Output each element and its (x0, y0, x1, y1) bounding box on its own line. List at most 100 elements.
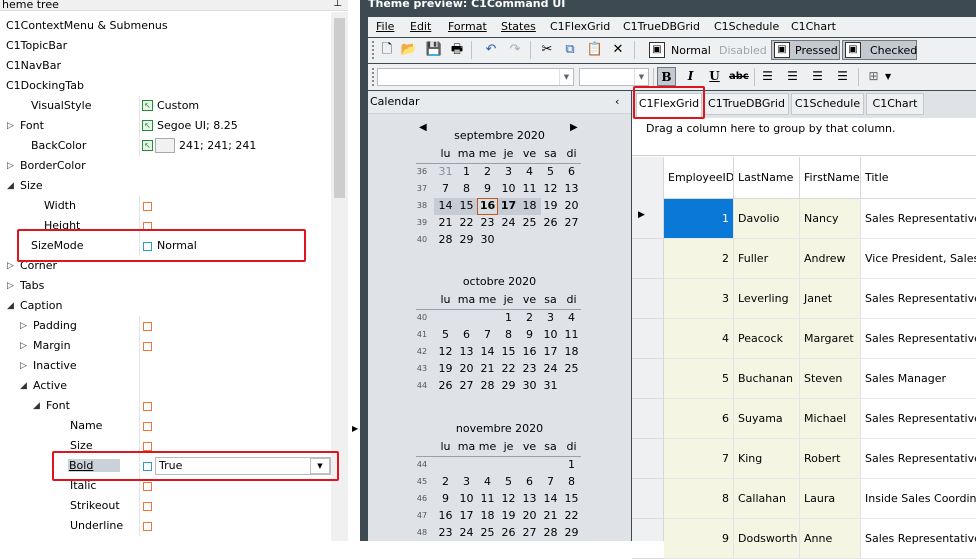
grid-cell[interactable]: 7 (664, 439, 734, 479)
grid-cell[interactable]: Steven (800, 359, 861, 399)
tree-row[interactable]: ▷C1NavBar (0, 56, 331, 76)
panel-splitter[interactable] (348, 0, 360, 541)
expand-icon[interactable]: ▷ (0, 40, 3, 52)
grid-cell[interactable]: Sales Representative (861, 319, 976, 359)
calendar-day[interactable]: 22 (456, 216, 477, 229)
tree-row[interactable]: ▷C1TopicBar (0, 36, 331, 56)
calendar-day[interactable]: 19 (435, 362, 456, 375)
grid-cell[interactable]: 6 (664, 399, 734, 439)
calendar-day[interactable]: 22 (561, 509, 582, 522)
calendar-day[interactable]: 30 (477, 233, 498, 246)
calendar-day[interactable]: 17 (540, 345, 561, 358)
collapse-icon[interactable]: ◢ (7, 300, 17, 312)
calendar-day[interactable]: 7 (540, 475, 561, 488)
calendar-day[interactable]: 23 (477, 216, 498, 229)
chevron-down-icon[interactable]: ▼ (559, 69, 573, 85)
calendar-day[interactable]: 28 (540, 526, 561, 539)
calendar-day[interactable]: 5 (540, 165, 561, 178)
expand-icon[interactable]: ▷ (7, 160, 17, 172)
row-header[interactable] (632, 199, 664, 239)
tab-c1truedbgrid[interactable]: C1TrueDBGrid (704, 93, 789, 115)
calendar-day[interactable]: 15 (456, 199, 477, 212)
expand-icon[interactable]: ▷ (0, 60, 3, 72)
column-header[interactable]: Title (861, 157, 976, 199)
calendar-day[interactable]: 8 (498, 328, 519, 341)
calendar-day[interactable]: 21 (435, 216, 456, 229)
grid-cell[interactable]: King (734, 439, 800, 479)
grid-cell[interactable]: 9 (664, 519, 734, 559)
grid-cell[interactable]: 5 (664, 359, 734, 399)
grid-cell[interactable]: Sales Representative (861, 399, 976, 439)
strikeout-button[interactable]: abc (729, 67, 749, 86)
calendar-day[interactable]: 18 (519, 199, 540, 212)
calendar-day[interactable]: 1 (498, 311, 519, 324)
open-folder-icon[interactable]: 📂 (400, 41, 418, 59)
calendar-day[interactable]: 31 (540, 379, 561, 392)
chevron-down-icon[interactable]: ▼ (885, 72, 891, 81)
grid-cell[interactable]: Sales Representative (861, 519, 976, 559)
calendar-day[interactable]: 6 (456, 328, 477, 341)
calendar-day[interactable]: 6 (561, 165, 582, 178)
delete-icon[interactable]: ✕ (609, 41, 627, 59)
borders-icon[interactable]: ⊞ (864, 67, 883, 86)
column-header[interactable]: LastName (734, 157, 800, 199)
grid-cell[interactable]: 8 (664, 479, 734, 519)
calendar-day[interactable]: 27 (519, 526, 540, 539)
tree-row[interactable]: ◢ Caption (0, 296, 331, 316)
redo-icon[interactable]: ↷ (506, 41, 524, 59)
calendar-day[interactable]: 24 (498, 216, 519, 229)
calendar-day[interactable]: 1 (456, 165, 477, 178)
collapse-icon[interactable]: ◢ (7, 180, 17, 192)
grid-cell[interactable]: Suyama (734, 399, 800, 439)
calendar-day[interactable]: 30 (519, 379, 540, 392)
collapse-icon[interactable]: ◢ (33, 400, 43, 412)
calendar-day[interactable]: 18 (561, 345, 582, 358)
group-by-area[interactable]: Drag a column here to group by that colu… (632, 118, 976, 156)
calendar-day[interactable]: 23 (519, 362, 540, 375)
tree-row[interactable]: ◢ Active (0, 376, 331, 396)
expand-icon[interactable]: ▷ (20, 360, 30, 372)
calendar-day[interactable]: 23 (435, 526, 456, 539)
row-header[interactable] (632, 239, 664, 279)
tree-row[interactable]: ▷ Font ↖ Segoe UI; 8.25 (0, 116, 331, 136)
grid-cell[interactable]: Sales Representative (861, 279, 976, 319)
tree-row[interactable]: ▷ BorderColor (0, 156, 331, 176)
menu-c1truedbgrid[interactable]: C1TrueDBGrid (623, 20, 700, 33)
row-header[interactable] (632, 359, 664, 399)
column-header[interactable]: EmployeeID (664, 157, 734, 199)
grid-cell[interactable]: Nancy (800, 199, 861, 239)
expand-icon[interactable]: ▷ (0, 20, 3, 32)
calendar-day[interactable]: 14 (540, 492, 561, 505)
underline-button[interactable]: U (705, 67, 724, 86)
calendar-day[interactable]: 15 (561, 492, 582, 505)
grid-cell[interactable]: Callahan (734, 479, 800, 519)
property-value[interactable]: Custom (157, 99, 199, 112)
calendar-day[interactable]: 9 (519, 328, 540, 341)
row-header[interactable] (632, 279, 664, 319)
tree-row[interactable]: ▷ Inactive (0, 356, 331, 376)
calendar-day[interactable]: 14 (435, 199, 456, 212)
calendar-day[interactable]: 25 (477, 526, 498, 539)
calendar-day[interactable]: 2 (435, 475, 456, 488)
chevron-down-icon[interactable]: ▼ (634, 69, 648, 85)
calendar-day[interactable]: 20 (561, 199, 582, 212)
calendar-day[interactable]: 14 (477, 345, 498, 358)
menu-states[interactable]: States (501, 20, 536, 33)
menu-c1chart[interactable]: C1Chart (791, 20, 836, 33)
grid-cell[interactable]: 3 (664, 279, 734, 319)
expand-icon[interactable]: ▷ (7, 260, 17, 272)
calendar-day[interactable]: 12 (498, 492, 519, 505)
menu-c1flexgrid[interactable]: C1FlexGrid (550, 20, 610, 33)
calendar-day[interactable]: 18 (477, 509, 498, 522)
toolbar-grip[interactable] (372, 68, 375, 86)
calendar-day[interactable]: 10 (498, 182, 519, 195)
calendar-day[interactable]: 27 (561, 216, 582, 229)
calendar-day[interactable]: 20 (456, 362, 477, 375)
calendar-day[interactable]: 17 (456, 509, 477, 522)
calendar-day[interactable]: 19 (540, 199, 561, 212)
calendar-day[interactable]: 7 (435, 182, 456, 195)
calendar-day[interactable]: 4 (519, 165, 540, 178)
calendar-day[interactable]: 27 (456, 379, 477, 392)
calendar-day[interactable]: 16 (477, 198, 498, 215)
expand-icon[interactable]: ▷ (7, 120, 17, 132)
